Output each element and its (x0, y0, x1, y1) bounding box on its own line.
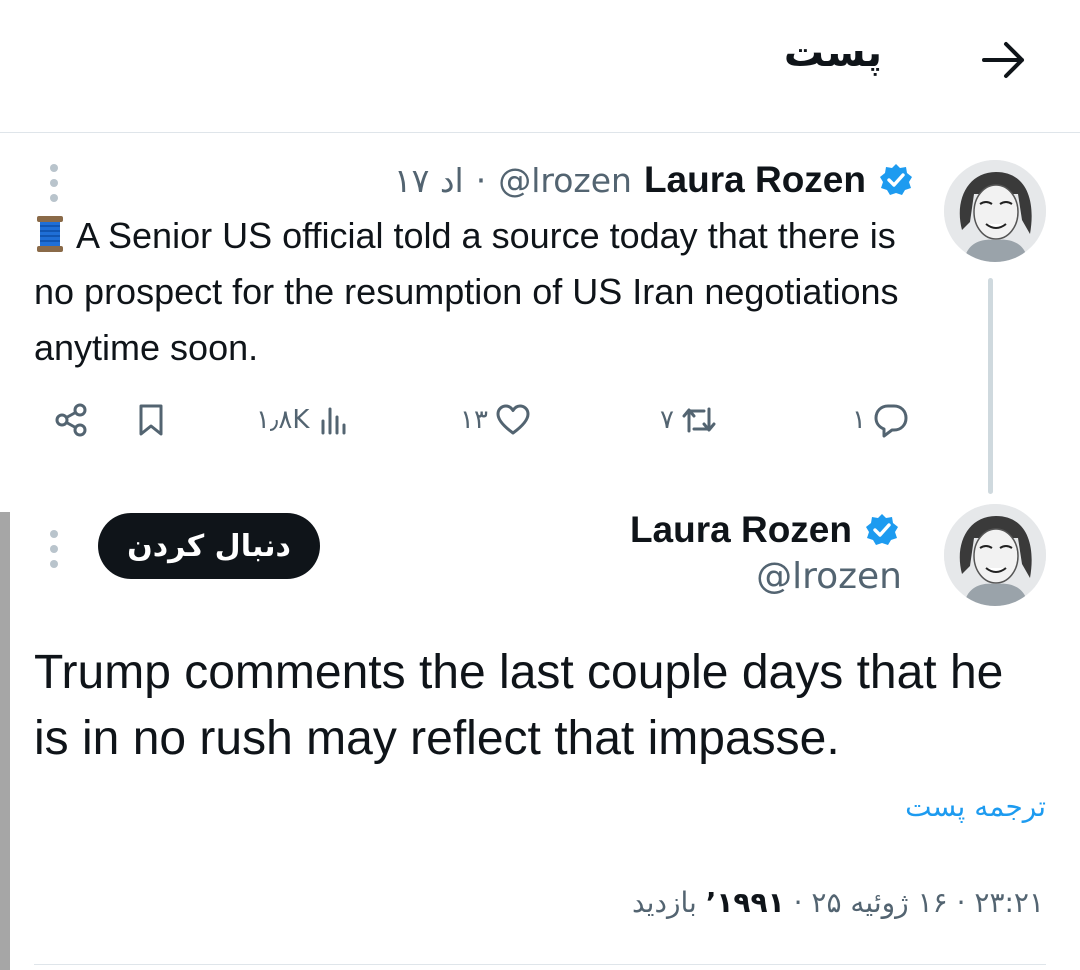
page-title: پست (783, 30, 882, 76)
likes-count: ۱۳ (460, 405, 488, 435)
post-time[interactable]: ۱۷ اد (394, 161, 464, 200)
views-label: بازدید (631, 886, 697, 919)
divider (34, 964, 1046, 965)
parent-tweet-meta: ۱۷ اد · @lrozen Laura Rozen (394, 156, 914, 204)
repost-icon (682, 407, 716, 433)
back-button[interactable] (978, 34, 1030, 86)
verified-badge-icon (880, 164, 912, 195)
author-handle[interactable]: @lrozen (756, 556, 902, 597)
parent-tweet-text: A Senior US official told a source today… (34, 208, 924, 376)
action-bar: ۱٫۸K ۱۳ ۷ ۱ (0, 392, 960, 448)
focused-tweet-text: Trump comments the last couple days that… (34, 646, 1004, 765)
more-options-icon[interactable] (48, 530, 60, 568)
follow-button[interactable]: دنبال کردن (98, 513, 320, 579)
author-name[interactable]: Laura Rozen (630, 509, 852, 551)
more-options-icon[interactable] (48, 164, 60, 202)
focused-author-row: Laura Rozen (630, 504, 900, 556)
replies-count: ۱ (852, 405, 866, 435)
translate-post-link[interactable]: ترجمه پست (905, 790, 1046, 823)
repost-button[interactable]: ۷ (660, 392, 718, 448)
author-handle[interactable]: @lrozen (498, 161, 632, 200)
avatar[interactable] (944, 160, 1046, 262)
thread-connector (988, 278, 993, 494)
like-button[interactable]: ۱۳ (460, 392, 532, 448)
post-timestamp: ۲۳:۲۱ · ۱۶ ژوئیه ۲۵ · ۱۹۹۱’ بازدید (631, 886, 1044, 919)
share-icon (55, 403, 87, 437)
avatar-illustration (944, 504, 1046, 606)
views-stat[interactable]: ۱٫۸K (256, 392, 353, 448)
views-count: ۱٫۸K (256, 405, 310, 435)
reply-icon (874, 404, 908, 438)
avatar-illustration (944, 160, 1046, 262)
meta-separator: · (947, 886, 966, 919)
meta-separator: · (784, 886, 803, 919)
verified-badge-icon (866, 514, 898, 545)
reply-button[interactable]: ۱ (852, 392, 910, 448)
share-button[interactable] (52, 392, 90, 448)
parent-tweet-body: A Senior US official told a source today… (34, 215, 899, 368)
meta-separator: · (475, 160, 487, 200)
scroll-edge (0, 512, 10, 970)
heart-icon (496, 404, 530, 435)
reposts-count: ۷ (660, 405, 674, 435)
bookmark-icon (139, 404, 163, 436)
avatar[interactable] (944, 504, 1046, 606)
author-name[interactable]: Laura Rozen (644, 159, 866, 201)
bookmark-button[interactable] (132, 392, 170, 448)
thread-spool-icon (37, 216, 63, 252)
timestamp-time[interactable]: ۲۳:۲۱ (974, 886, 1044, 919)
timestamp-date[interactable]: ۱۶ ژوئیه ۲۵ (811, 886, 947, 919)
arrow-right-icon (982, 42, 1024, 78)
views-total: ۱۹۹۱ (716, 886, 785, 919)
top-bar: پست (0, 0, 1080, 133)
views-chart-icon (321, 407, 346, 435)
